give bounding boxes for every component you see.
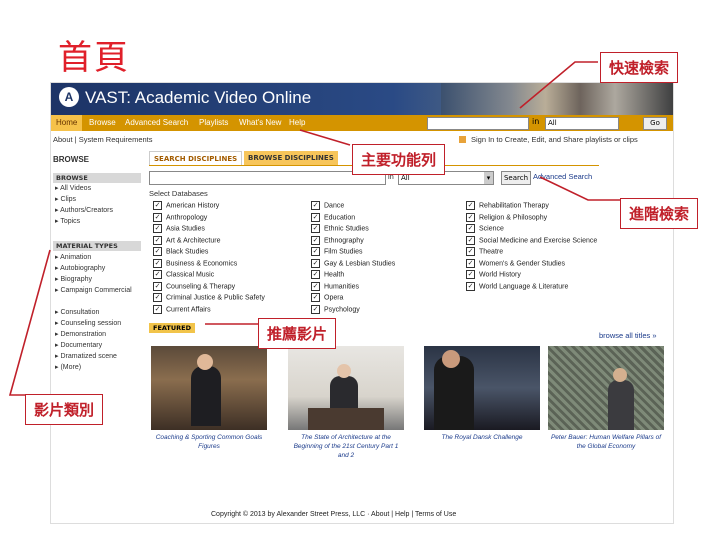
callout-recommended-videos: 推薦影片 bbox=[258, 318, 337, 349]
callout-main-functions: 主要功能列 bbox=[352, 144, 446, 175]
callout-quick-search: 快速檢索 bbox=[600, 52, 679, 83]
callout-advanced-search: 進階檢索 bbox=[620, 198, 699, 229]
callout-video-categories: 影片類別 bbox=[25, 394, 104, 425]
